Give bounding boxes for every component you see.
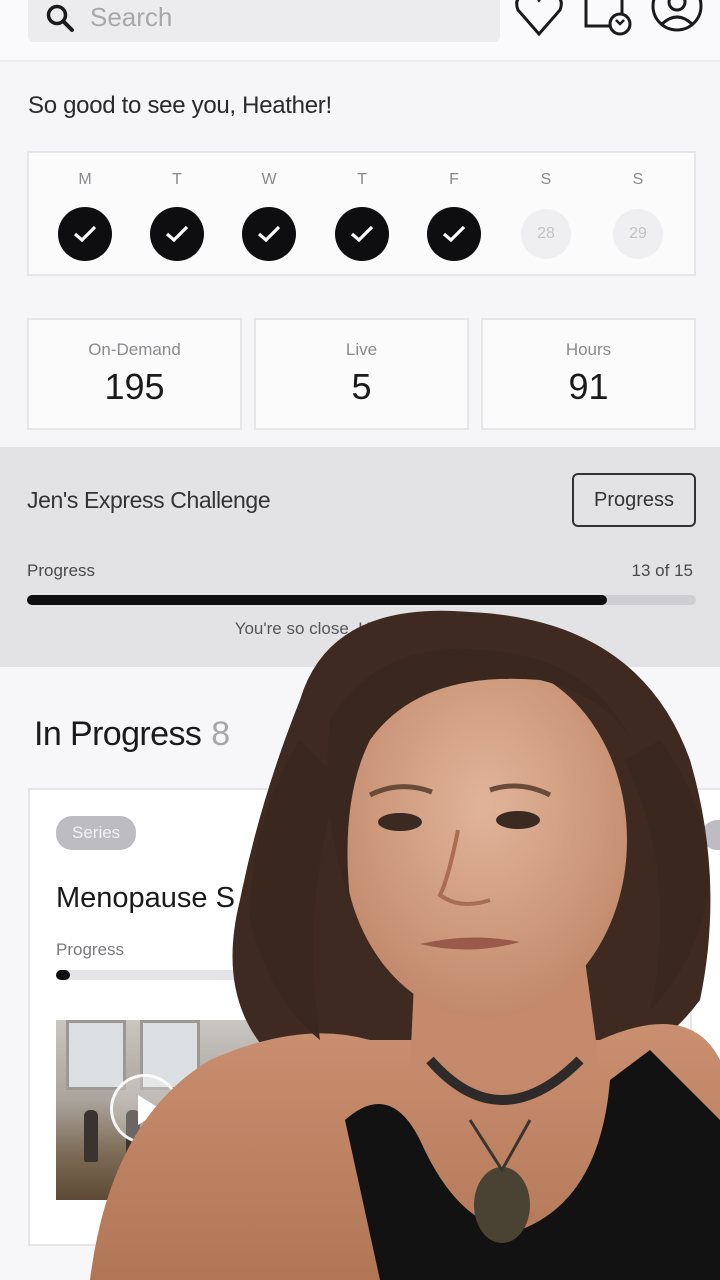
week-tracker: M T W T F S 28 S 29 <box>27 151 696 276</box>
play-icon[interactable] <box>110 1074 180 1144</box>
card-progress-label: Progress <box>56 940 125 959</box>
challenge-progress-label: Progress <box>27 561 96 580</box>
series-tag <box>702 820 720 850</box>
in-progress-card[interactable]: Series Menopause S Progress <box>28 788 358 1246</box>
video-thumbnail[interactable] <box>56 1020 336 1200</box>
day-thursday: T <box>327 171 397 261</box>
stat-label: On-Demand <box>88 340 181 359</box>
check-icon <box>427 207 481 261</box>
stat-live: Live 5 <box>254 318 469 430</box>
day-sunday: S 29 <box>603 171 673 259</box>
day-label: S <box>632 171 644 188</box>
date-number: 28 <box>537 225 555 242</box>
stat-hours: Hours 91 <box>481 318 696 430</box>
day-wednesday: W <box>234 171 304 261</box>
date-circle: 29 <box>613 209 663 259</box>
search-icon <box>46 4 74 32</box>
check-icon <box>150 207 204 261</box>
day-label: T <box>357 171 367 188</box>
day-label: W <box>261 171 277 188</box>
challenge-title: Jen's Express Challenge <box>27 487 271 513</box>
series-tag: Series <box>56 816 137 850</box>
card-progress-bar <box>56 970 336 980</box>
top-bar <box>0 0 720 62</box>
search-bar[interactable] <box>28 0 500 42</box>
profile-icon[interactable] <box>650 0 704 38</box>
challenge-progress-fill <box>27 595 608 605</box>
in-progress-heading: In Progress 8 <box>34 715 230 754</box>
stat-value: 195 <box>104 366 165 407</box>
date-number: 29 <box>629 225 647 242</box>
challenge-progress-count: 13 of 15 <box>631 561 693 580</box>
stat-label: Live <box>345 340 378 359</box>
in-progress-section: In Progress 8 Series Menopause S Progress <box>0 667 720 1280</box>
date-circle: 28 <box>521 209 571 259</box>
thumbnail-figure <box>84 1110 98 1162</box>
search-input[interactable] <box>90 0 470 34</box>
card-progress-fill <box>56 970 70 980</box>
day-label: F <box>449 171 459 188</box>
stat-label: Hours <box>565 340 612 359</box>
challenge-section: Jen's Express Challenge Progress Progres… <box>0 447 720 667</box>
challenge-progress-button[interactable]: Progress <box>572 473 696 527</box>
greeting-text: So good to see you, Heather! <box>28 92 332 119</box>
day-label: T <box>172 171 182 188</box>
stat-value: 91 <box>568 366 609 407</box>
stat-on-demand: On-Demand 195 <box>27 318 242 430</box>
thumbnail-window <box>66 1020 126 1090</box>
in-progress-card-next[interactable] <box>690 788 720 1246</box>
schedule-refresh-icon[interactable] <box>582 0 636 38</box>
day-saturday: S 28 <box>511 171 581 259</box>
thumbnail-figure <box>186 1110 200 1162</box>
check-icon <box>242 207 296 261</box>
day-label: M <box>78 171 92 188</box>
challenge-progress-bar <box>27 595 696 605</box>
stat-value: 5 <box>351 366 372 407</box>
heart-icon[interactable] <box>512 0 566 38</box>
check-icon <box>335 207 389 261</box>
card-title: Menopause S <box>56 882 235 914</box>
check-icon <box>58 207 112 261</box>
in-progress-title: In Progress <box>34 715 202 753</box>
day-label: S <box>540 171 552 188</box>
in-progress-count: 8 <box>211 715 230 753</box>
day-friday: F <box>419 171 489 261</box>
day-monday: M <box>50 171 120 261</box>
day-tuesday: T <box>142 171 212 261</box>
challenge-message: You're so close, Heather! Just 🔥 <box>234 619 486 638</box>
